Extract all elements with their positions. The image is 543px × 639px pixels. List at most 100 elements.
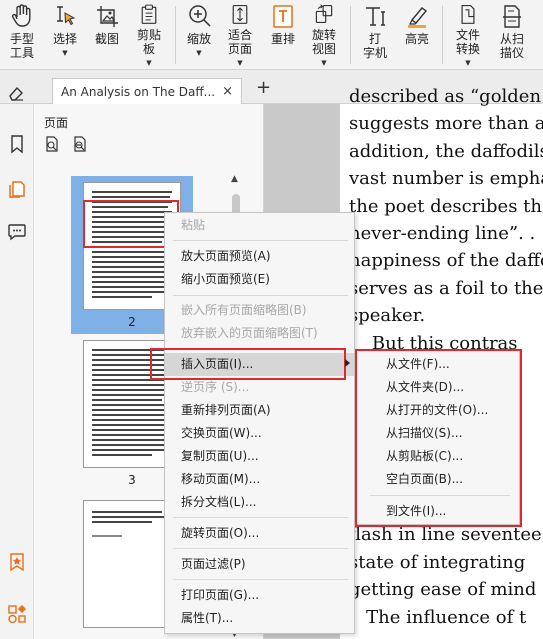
menu-item-page-filter[interactable]: 页面过滤(P) bbox=[165, 553, 354, 576]
menu-item-discard-thumbnails[interactable]: 放弃嵌入的页面缩略图(T) bbox=[165, 322, 354, 345]
clipboard-button[interactable]: 剪贴板 ▼ bbox=[132, 0, 166, 70]
menu-separator bbox=[173, 240, 348, 241]
menu-item-split-document[interactable]: 拆分文档(L)... bbox=[165, 491, 354, 514]
menu-item-properties[interactable]: 属性(T)... bbox=[165, 607, 354, 630]
scanner-icon bbox=[503, 5, 521, 28]
pages-panel-title: 页面 bbox=[44, 116, 69, 130]
document-text-line: described as “golden bbox=[349, 86, 542, 107]
reflow-button[interactable]: 重排 bbox=[266, 0, 300, 70]
fit-page-label-1: 适合 bbox=[227, 28, 252, 42]
screenshot-button[interactable]: 截图 bbox=[90, 0, 124, 70]
typewriter-button[interactable]: 打字机 bbox=[358, 0, 392, 70]
menu-item-duplicate-pages[interactable]: 复制页面(U)... bbox=[165, 445, 354, 468]
menu-item-print-pages[interactable]: 打印页面(G)... bbox=[165, 584, 354, 607]
file-convert-icon bbox=[461, 4, 475, 24]
rotate-view-label-2: 视图 bbox=[311, 42, 336, 56]
from-scanner-label-1: 从扫 bbox=[499, 32, 524, 46]
delete-page-icon[interactable] bbox=[72, 136, 88, 152]
document-text-line: The influence of t bbox=[349, 606, 527, 628]
shapes-icon bbox=[8, 605, 26, 624]
file-convert-button[interactable]: 文件 转换 ▼ bbox=[450, 0, 486, 70]
document-text-line: the poet describes th bbox=[349, 195, 542, 217]
document-text-line: speaker. bbox=[349, 305, 426, 327]
typewriter-label-1: 打 bbox=[368, 32, 381, 46]
menu-separator bbox=[173, 579, 348, 580]
document-text-line: never-ending line”. . bbox=[349, 223, 536, 244]
menu-item-move-pages[interactable]: 移动页面(M)... bbox=[165, 468, 354, 491]
layers-panel-button[interactable] bbox=[0, 596, 34, 632]
new-tab-button[interactable]: + bbox=[256, 79, 271, 97]
file-convert-label-1: 文件 bbox=[455, 28, 480, 42]
main-toolbar: 手型 工具 选择 ▼ 截图 剪贴板 ▼ 缩放 ▼ 适合 页面 ▼ 重排 旋转 视图 ▼ 打字机 … bbox=[0, 0, 543, 70]
select-tool-button[interactable]: 选择 ▼ bbox=[48, 0, 82, 70]
menu-item-paste[interactable]: 粘贴 bbox=[165, 214, 354, 237]
reflow-label: 重排 bbox=[270, 32, 295, 46]
rotate-view-label-1: 旋转 bbox=[311, 28, 336, 42]
cursor-icon bbox=[57, 6, 76, 26]
typewriter-label-2: 字机 bbox=[362, 46, 387, 60]
zoom-dropdown-icon: ▼ bbox=[196, 49, 202, 57]
document-text-line: suggests more than a bbox=[349, 113, 543, 135]
document-text-line: getting ease of mind a bbox=[349, 579, 543, 601]
typewriter-icon bbox=[366, 7, 385, 26]
file-convert-label-2: 转换 bbox=[455, 42, 480, 56]
menu-separator bbox=[173, 517, 348, 518]
menu-item-enlarge-preview[interactable]: 放大页面预览(A) bbox=[165, 245, 354, 268]
badge-icon bbox=[10, 553, 24, 572]
menu-item-rotate-pages[interactable]: 旋转页面(O)... bbox=[165, 522, 354, 545]
menu-item-reduce-preview[interactable]: 缩小页面预览(E) bbox=[165, 268, 354, 291]
bookmark-panel-button[interactable] bbox=[0, 126, 34, 162]
menu-item-swap-pages[interactable]: 交换页面(W)... bbox=[165, 422, 354, 445]
document-text-line: addition, the daffodils bbox=[349, 140, 543, 162]
hand-tool-label-2: 工具 bbox=[9, 46, 34, 60]
menu-item-embed-thumbnails[interactable]: 嵌入所有页面缩略图(B) bbox=[165, 299, 354, 322]
scroll-up-icon[interactable]: ▲ bbox=[231, 174, 238, 184]
submenu-arrow-icon bbox=[345, 359, 350, 367]
document-text-line: vast number is empha bbox=[349, 168, 543, 190]
screenshot-label: 截图 bbox=[94, 32, 119, 46]
image-crop-icon bbox=[97, 6, 118, 27]
bookmark-icon bbox=[11, 135, 23, 154]
file-convert-dropdown-icon: ▼ bbox=[465, 59, 471, 67]
insert-page-icon[interactable] bbox=[44, 136, 60, 152]
rotate-view-button[interactable]: 旋转 视图 ▼ bbox=[306, 0, 342, 70]
document-text-line: happiness of the daffo bbox=[349, 250, 543, 272]
reflow-icon bbox=[273, 5, 293, 28]
document-tab-title: An Analysis on The Daff... bbox=[61, 84, 216, 99]
stamp-panel-button[interactable] bbox=[0, 544, 34, 580]
annotation-highlight-box bbox=[150, 348, 346, 380]
clipboard-label-1: 剪贴 bbox=[136, 28, 161, 42]
from-scanner-label-2: 描仪 bbox=[499, 46, 524, 60]
menu-separator bbox=[173, 548, 348, 549]
hand-tool-label-1: 手型 bbox=[9, 32, 34, 46]
clipboard-label-2: 板 bbox=[142, 42, 155, 56]
select-tool-label: 选择 bbox=[52, 32, 77, 46]
left-navigation-rail bbox=[0, 104, 34, 639]
comment-icon bbox=[8, 224, 26, 241]
hand-tool-button[interactable]: 手型 工具 bbox=[4, 0, 40, 70]
clipboard-icon bbox=[141, 4, 157, 24]
document-tab[interactable]: An Analysis on The Daff... × bbox=[52, 78, 242, 104]
close-tab-icon[interactable]: × bbox=[222, 84, 233, 99]
zoom-label: 缩放 bbox=[186, 32, 211, 46]
comments-panel-button[interactable] bbox=[0, 214, 34, 250]
fit-page-label-2: 页面 bbox=[227, 42, 252, 56]
zoom-button[interactable]: 缩放 ▼ bbox=[182, 0, 216, 70]
rotate-dropdown-icon: ▼ bbox=[321, 59, 327, 67]
pages-panel-toolbar bbox=[44, 136, 88, 152]
select-dropdown-icon: ▼ bbox=[62, 49, 68, 57]
zoom-icon bbox=[189, 5, 211, 27]
pages-panel-button[interactable] bbox=[0, 170, 34, 206]
highlight-button[interactable]: 高亮 bbox=[400, 0, 434, 70]
menu-separator bbox=[173, 295, 348, 296]
rotate-icon bbox=[315, 4, 333, 24]
toolbar-divider bbox=[350, 6, 351, 64]
annotation-highlight-box bbox=[355, 349, 522, 527]
fit-page-icon bbox=[232, 4, 248, 24]
toolbar-divider bbox=[442, 6, 443, 64]
fit-page-button[interactable]: 适合 页面 ▼ bbox=[222, 0, 258, 70]
from-scanner-button[interactable]: 从扫 描仪 bbox=[494, 0, 530, 70]
menu-item-rearrange-pages[interactable]: 重新排列页面(A) bbox=[165, 399, 354, 422]
eraser-icon[interactable] bbox=[7, 84, 25, 102]
page-context-menu: 粘贴 放大页面预览(A) 缩小页面预览(E) 嵌入所有页面缩略图(B) 放弃嵌入… bbox=[164, 212, 355, 634]
